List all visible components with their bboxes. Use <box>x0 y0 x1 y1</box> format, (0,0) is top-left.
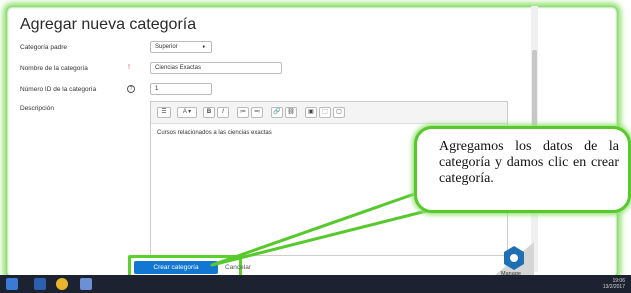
instruction-callout: Agregamos los datos de la categoría y da… <box>414 126 631 213</box>
clock-date: 13/2/2017 <box>602 284 625 290</box>
callout-text: Agregamos los datos de la categoría y da… <box>439 139 619 186</box>
word-icon[interactable] <box>34 278 46 290</box>
system-tray: 19:06 13/2/2017 <box>603 278 625 290</box>
app-icon[interactable] <box>80 278 92 290</box>
start-icon[interactable] <box>6 278 18 290</box>
screenshot-stage: Agregar nueva categoría Categoría padre … <box>0 0 631 293</box>
windows-taskbar: 19:06 13/2/2017 <box>0 275 631 293</box>
manage-logo-icon <box>494 242 534 276</box>
chrome-icon[interactable] <box>56 278 68 290</box>
